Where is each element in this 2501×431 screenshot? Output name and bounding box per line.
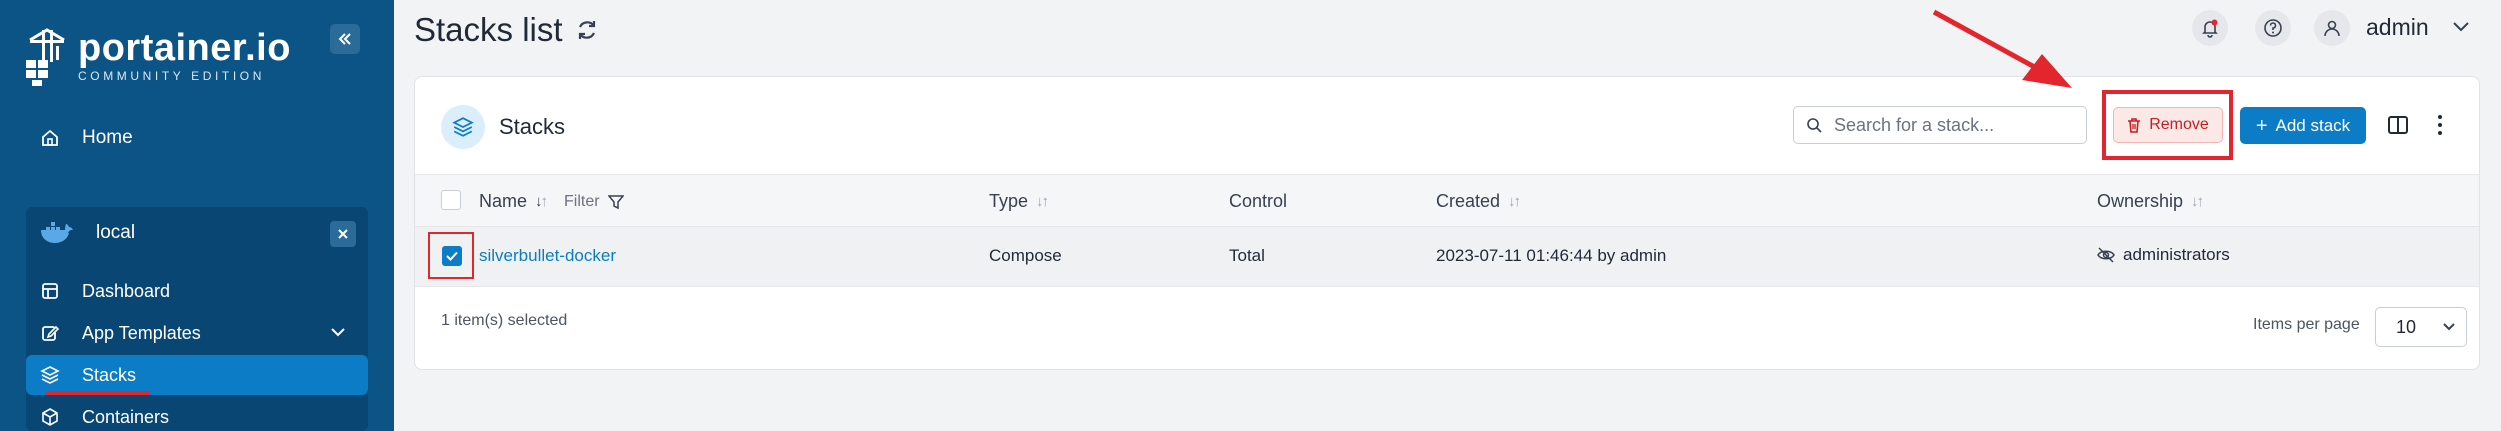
filter-icon	[607, 194, 624, 209]
column-header-created[interactable]: Created ↓↑	[1436, 191, 1521, 212]
ownership-label: administrators	[2123, 245, 2230, 264]
sidebar: portainer.io COMMUNITY EDITION Home loca…	[0, 0, 394, 431]
card-header: Stacks	[441, 105, 565, 149]
help-button[interactable]	[2255, 10, 2291, 46]
search-field[interactable]	[1793, 106, 2087, 144]
sidebar-item-dashboard[interactable]: Dashboard	[26, 271, 368, 311]
column-header-ownership[interactable]: Ownership ↓↑	[2097, 191, 2204, 212]
card-icon	[441, 105, 485, 149]
chevron-down-icon[interactable]	[2452, 20, 2470, 32]
search-icon	[1807, 118, 1822, 133]
close-environment-button[interactable]	[330, 221, 356, 247]
sort-icon: ↓↑	[1508, 193, 1521, 210]
edit-icon	[42, 325, 60, 341]
user-name[interactable]: admin	[2366, 14, 2429, 41]
stack-name-link[interactable]: silverbullet-docker	[479, 246, 616, 266]
items-per-page-value: 10	[2396, 316, 2417, 337]
stack-created: 2023-07-11 01:46:44 by admin	[1436, 246, 1667, 265]
close-icon	[338, 229, 348, 239]
brand-name: portainer.io	[78, 27, 291, 69]
sidebar-item-label: Stacks	[82, 364, 137, 385]
user-icon	[2324, 20, 2340, 37]
add-stack-button[interactable]: + Add stack	[2240, 107, 2366, 144]
collapse-sidebar-button[interactable]	[330, 24, 360, 54]
eye-off-icon	[2097, 247, 2115, 263]
more-vertical-icon[interactable]	[2435, 113, 2445, 137]
sort-icon: ↓↑	[535, 193, 548, 210]
column-header-control: Control	[1229, 191, 1287, 212]
table-header: Name ↓↑ Filter Type ↓↑ Control Created ↓…	[415, 174, 2479, 227]
check-icon	[446, 251, 458, 261]
sidebar-item-label: Containers	[82, 406, 170, 427]
docker-icon	[41, 222, 73, 243]
user-avatar[interactable]	[2314, 10, 2350, 46]
page-title-text: Stacks list	[414, 11, 563, 48]
row-checkbox[interactable]	[442, 246, 462, 266]
page-title: Stacks list	[414, 8, 599, 52]
column-type-label: Type	[989, 191, 1029, 211]
stacks-card: Stacks Remove + Add stack Name ↓↑	[414, 76, 2480, 370]
trash-icon	[2128, 118, 2141, 133]
portainer-logo-icon	[26, 28, 65, 86]
sidebar-item-label: Dashboard	[82, 280, 171, 301]
items-per-page-label: Items per page	[2253, 316, 2360, 333]
column-name-label: Name	[479, 191, 528, 211]
column-ownership-label: Ownership	[2097, 191, 2184, 211]
stack-control: Total	[1229, 246, 1265, 265]
remove-button-label: Remove	[2149, 116, 2209, 133]
select-all-checkbox[interactable]	[441, 190, 461, 210]
column-control-label: Control	[1229, 191, 1288, 211]
filter-label: Filter	[564, 192, 600, 210]
search-input[interactable]	[1834, 114, 2064, 136]
environment-name: local	[96, 222, 136, 243]
sidebar-item-label: App Templates	[82, 322, 201, 343]
environment-panel: local Dashboard App Templates Stacks Con…	[26, 207, 368, 431]
sidebar-item-home[interactable]: Home	[40, 118, 370, 158]
items-per-page-select[interactable]: 10	[2375, 307, 2467, 347]
sidebar-item-stacks[interactable]: Stacks	[26, 355, 368, 395]
chevron-down-icon[interactable]	[330, 326, 346, 338]
sort-icon: ↓↑	[2191, 193, 2204, 210]
column-header-type[interactable]: Type ↓↑	[989, 191, 1049, 212]
layers-icon	[452, 117, 474, 137]
selected-count: 1 item(s) selected	[441, 312, 568, 329]
dashboard-icon	[42, 283, 58, 299]
annotation-underline	[46, 391, 150, 395]
sidebar-item-containers[interactable]: Containers	[26, 397, 368, 431]
sidebar-item-app-templates[interactable]: App Templates	[26, 313, 368, 353]
brand-edition: COMMUNITY EDITION	[78, 69, 265, 83]
table-row[interactable]: silverbullet-docker Compose Total 2023-0…	[415, 227, 2479, 287]
columns-icon[interactable]	[2387, 115, 2409, 135]
column-header-name[interactable]: Name ↓↑ Filter	[479, 191, 624, 212]
sidebar-item-label: Home	[82, 127, 133, 148]
stack-ownership: administrators	[2097, 245, 2230, 265]
plus-icon: +	[2255, 114, 2268, 137]
notifications-button[interactable]	[2192, 10, 2228, 46]
sort-icon: ↓↑	[1036, 193, 1049, 210]
environment-header[interactable]: local	[26, 207, 368, 259]
remove-button[interactable]: Remove	[2113, 107, 2223, 143]
card-title: Stacks	[499, 114, 566, 139]
add-stack-label: Add stack	[2275, 115, 2351, 135]
portainer-logo[interactable]: portainer.io COMMUNITY EDITION	[24, 24, 291, 88]
home-icon	[42, 129, 58, 146]
refresh-icon[interactable]	[575, 18, 599, 42]
chevrons-left-icon	[338, 33, 351, 45]
filter-button[interactable]: Filter	[564, 193, 624, 211]
chevron-down-icon	[2443, 323, 2455, 331]
bell-icon	[2202, 19, 2218, 38]
column-created-label: Created	[1436, 191, 1501, 211]
layers-icon	[40, 366, 60, 384]
stack-type: Compose	[989, 246, 1062, 265]
box-icon	[42, 408, 58, 426]
help-icon	[2264, 19, 2282, 37]
